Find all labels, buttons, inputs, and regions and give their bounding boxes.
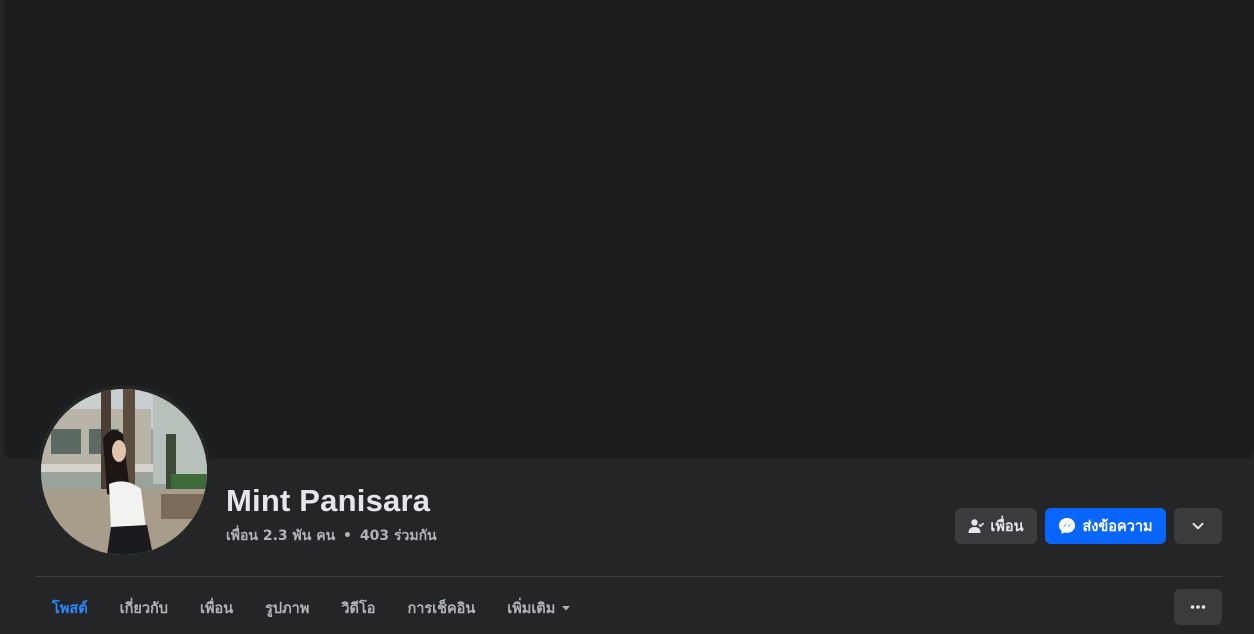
separator-dot: • xyxy=(343,528,352,544)
tab-friends[interactable]: เพื่อน xyxy=(184,590,249,626)
tab-label: การเช็คอิน xyxy=(407,600,476,617)
profile-avatar[interactable] xyxy=(41,389,207,555)
tab-checkins[interactable]: การเช็คอิน xyxy=(391,590,491,626)
profile-options-dropdown[interactable] xyxy=(1174,508,1222,544)
tab-videos[interactable]: วิดีโอ xyxy=(325,590,391,626)
tab-label: เพื่อน xyxy=(199,600,234,617)
caret-down-icon xyxy=(561,603,571,613)
tab-label: เกี่ยวกับ xyxy=(119,600,168,617)
friends-count[interactable]: เพื่อน 2.3 พัน คน xyxy=(226,528,335,544)
friends-summary[interactable]: เพื่อน 2.3 พัน คน • 403 ร่วมกัน xyxy=(226,525,437,547)
friend-button-label: เพื่อน xyxy=(990,518,1024,535)
cover-photo[interactable] xyxy=(4,0,1254,459)
profile-page: Mint Panisara เพื่อน 2.3 พัน คน • 403 ร่… xyxy=(0,0,1254,634)
messenger-icon xyxy=(1058,517,1076,535)
tab-label: เพิ่มเติม xyxy=(507,600,556,617)
avatar-photo xyxy=(41,389,207,555)
header-divider xyxy=(36,576,1222,577)
tab-posts[interactable]: โพสต์ xyxy=(36,590,104,626)
mutual-friends[interactable]: 403 ร่วมกัน xyxy=(360,528,437,544)
profile-name: Mint Panisara xyxy=(226,483,431,518)
tab-photos[interactable]: รูปภาพ xyxy=(249,590,325,626)
friend-icon xyxy=(968,518,985,534)
tab-label: โพสต์ xyxy=(52,600,88,617)
friend-button[interactable]: เพื่อน xyxy=(955,508,1037,544)
more-dots-icon xyxy=(1190,604,1206,610)
chevron-down-icon xyxy=(1191,519,1205,533)
tab-label: วิดีโอ xyxy=(341,600,376,617)
tab-more[interactable]: เพิ่มเติม xyxy=(491,590,587,626)
tab-label: รูปภาพ xyxy=(265,600,310,617)
tab-about[interactable]: เกี่ยวกับ xyxy=(104,590,184,626)
send-message-button[interactable]: ส่งข้อความ xyxy=(1045,508,1166,544)
more-options-button[interactable] xyxy=(1174,589,1222,625)
send-message-label: ส่งข้อความ xyxy=(1082,518,1153,535)
profile-tabs: โพสต์ เกี่ยวกับ เพื่อน รูปภาพ วิดีโอ การ… xyxy=(36,590,587,626)
